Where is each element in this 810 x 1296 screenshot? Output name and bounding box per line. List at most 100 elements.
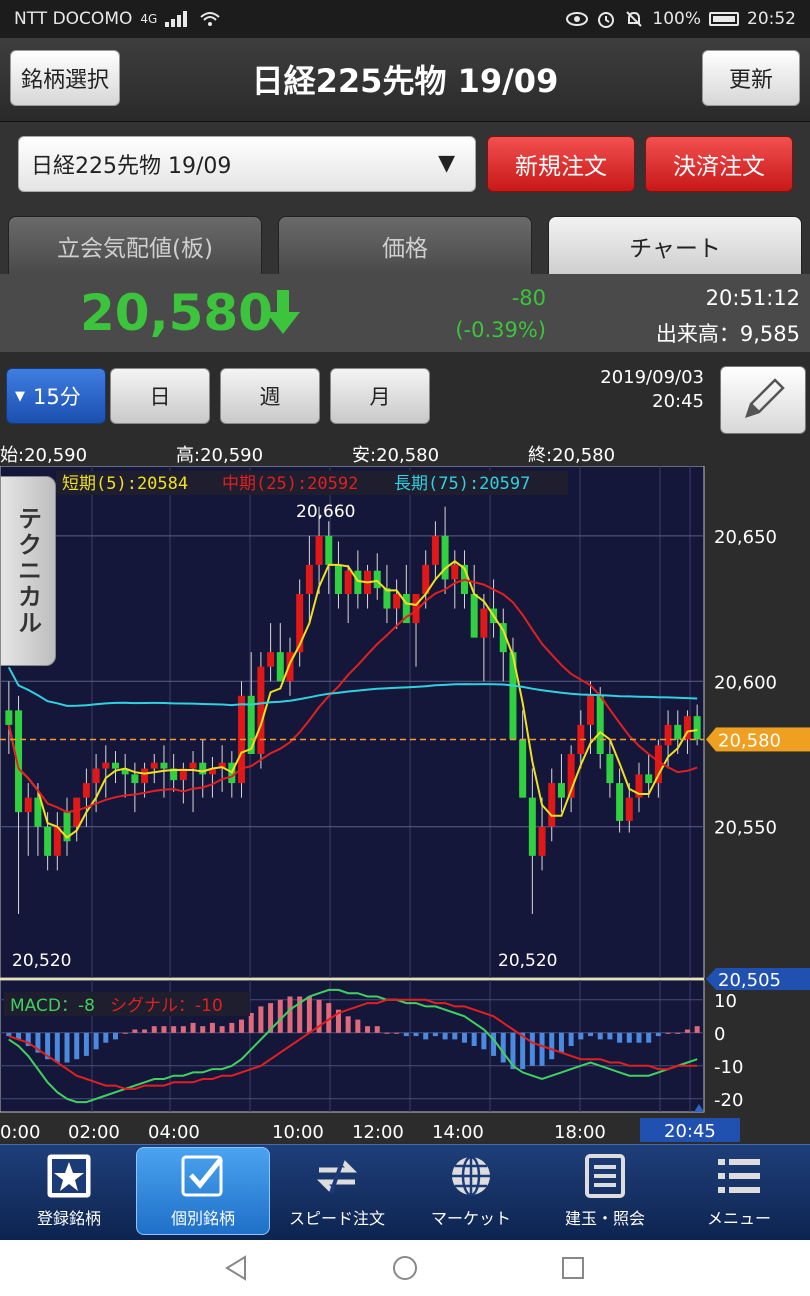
- macd-histogram-bar: [258, 1006, 264, 1033]
- candle-body: [354, 570, 362, 594]
- period-month-button[interactable]: 月: [330, 368, 430, 424]
- nav-speed-order[interactable]: スピード注文: [270, 1147, 404, 1235]
- candle-body: [344, 570, 352, 594]
- home-icon[interactable]: [391, 1254, 419, 1282]
- volume: 出来高：9,585: [655, 322, 800, 346]
- nav-menu[interactable]: メニュー: [672, 1147, 806, 1235]
- macd-histogram-bar: [151, 1026, 157, 1033]
- lower-marker-pointer: [706, 968, 716, 990]
- macd-histogram-bar: [588, 1032, 594, 1037]
- last-price: 20,580: [80, 284, 273, 342]
- macd-histogram-bar: [355, 1019, 361, 1033]
- candle-body: [431, 535, 439, 565]
- candle-body: [92, 768, 100, 784]
- macd-histogram-bar: [54, 1032, 60, 1063]
- settle-order-button[interactable]: 決済注文: [645, 136, 793, 192]
- macd-histogram-bar: [229, 1022, 235, 1033]
- draw-tool-button[interactable]: [720, 366, 806, 434]
- status-bar: NTT DOCOMO 4G 100% 20:52: [0, 0, 810, 38]
- candle-body: [24, 797, 32, 813]
- symbol-dropdown[interactable]: 日経225先物 19/09 ▼: [18, 136, 476, 192]
- macd-histogram-bar: [442, 1032, 448, 1040]
- new-order-button[interactable]: 新規注文: [487, 136, 635, 192]
- app-root: NTT DOCOMO 4G 100% 20:52 銘柄選択 日経225先物 19…: [0, 0, 810, 1296]
- candle-body: [276, 652, 284, 682]
- ohlc-high: 高:20,590: [176, 445, 264, 466]
- macd-y-tick-label: 0: [714, 1024, 725, 1045]
- candle-body: [141, 768, 149, 784]
- macd-histogram-bar: [306, 996, 312, 1033]
- tab-order-book[interactable]: 立会気配値(板): [8, 216, 262, 274]
- candle-body: [528, 797, 536, 856]
- macd-histogram-bar: [413, 1032, 419, 1037]
- period-week-button[interactable]: 週: [220, 368, 320, 424]
- candle-body: [693, 716, 701, 740]
- nav-individual[interactable]: 個別銘柄: [136, 1147, 270, 1235]
- macd-histogram-bar: [122, 1032, 128, 1034]
- macd-legend-signal: シグナル：-10: [110, 996, 223, 1016]
- macd-histogram-bar: [655, 1032, 661, 1037]
- signal-bars-icon: [165, 11, 188, 27]
- y-axis-tick-label: 20,600: [714, 672, 777, 693]
- ma-legend-entry: 短期(5):20584: [62, 474, 188, 494]
- ma-legend-entry: 長期(75):20597: [394, 474, 530, 494]
- x-axis-tick-label: 14:00: [432, 1122, 484, 1143]
- macd-histogram-bar: [578, 1032, 584, 1040]
- candle-body: [451, 564, 459, 580]
- nav-watchlist-label: 登録銘柄: [36, 1209, 101, 1228]
- chart-datetime: 2019/09/03 20:45: [600, 366, 704, 414]
- back-icon[interactable]: [223, 1254, 251, 1282]
- price-chart[interactable]: 20,650 20,600 20,550 20,580 20,505 短期(5):2058…: [0, 466, 810, 1144]
- dropdown-triangle-icon: ▼: [15, 388, 25, 404]
- candle-body: [150, 762, 158, 769]
- chart-area[interactable]: 20,650 20,600 20,550 20,580 20,505 短期(5):2058…: [0, 466, 810, 1144]
- candle-body: [441, 535, 449, 580]
- macd-histogram-bar: [219, 1026, 225, 1033]
- nav-positions[interactable]: 建玉・照会: [538, 1147, 672, 1235]
- macd-histogram-bar: [112, 1032, 118, 1040]
- macd-histogram-bar: [239, 1019, 245, 1033]
- y-axis-tick-label: 20,550: [714, 818, 777, 839]
- signal-icon: 4G: [140, 12, 158, 26]
- technical-tab[interactable]: テクニカル: [0, 476, 56, 666]
- recents-icon[interactable]: [559, 1254, 587, 1282]
- candle-body: [616, 783, 624, 821]
- x-axis-tick-label: 12:00: [352, 1122, 404, 1143]
- macd-histogram-bar: [200, 1026, 206, 1033]
- macd-histogram-bar: [500, 1032, 506, 1063]
- candle-body: [587, 695, 595, 725]
- candle-body: [82, 783, 90, 798]
- macd-histogram-bar: [646, 1032, 652, 1043]
- document-icon: [585, 1154, 625, 1198]
- macd-histogram-bar: [529, 1032, 535, 1066]
- quote-time: 20:51:12: [705, 286, 800, 310]
- macd-histogram-bar: [432, 1032, 438, 1037]
- nav-market[interactable]: マーケット: [404, 1147, 538, 1235]
- candle-body: [393, 594, 401, 609]
- macd-histogram-bar: [597, 1032, 603, 1040]
- nav-individual-label: 個別銘柄: [170, 1209, 235, 1228]
- title-bar: 銘柄選択 日経225先物 19/09 更新: [0, 38, 810, 122]
- period-15min-button[interactable]: ▼ 15分: [6, 368, 106, 424]
- macd-histogram-bar: [142, 1029, 148, 1033]
- refresh-button[interactable]: 更新: [702, 50, 800, 106]
- globe-icon: [452, 1155, 490, 1197]
- candle-body: [199, 762, 207, 775]
- period-selector: ▼ 15分 日 週 月 2019/09/03 20:45: [0, 352, 810, 438]
- macd-histogram-bar: [6, 1032, 12, 1037]
- price-change: -80: [511, 286, 546, 310]
- alarm-icon: [598, 12, 615, 28]
- macd-histogram-bar: [83, 1032, 89, 1056]
- macd-histogram-bar: [694, 1026, 700, 1033]
- candle-body: [645, 774, 653, 784]
- period-15min-label: 15分: [33, 385, 81, 409]
- candle-body: [557, 783, 565, 798]
- chart-date: 2019/09/03: [600, 367, 704, 388]
- period-day-button[interactable]: 日: [110, 368, 210, 424]
- tab-chart[interactable]: チャート: [548, 216, 802, 274]
- tab-price[interactable]: 価格: [278, 216, 532, 274]
- macd-histogram-bar: [423, 1032, 429, 1040]
- nav-watchlist[interactable]: 登録銘柄: [2, 1147, 136, 1235]
- battery-percent: 100%: [652, 9, 701, 29]
- candle-body: [44, 826, 52, 856]
